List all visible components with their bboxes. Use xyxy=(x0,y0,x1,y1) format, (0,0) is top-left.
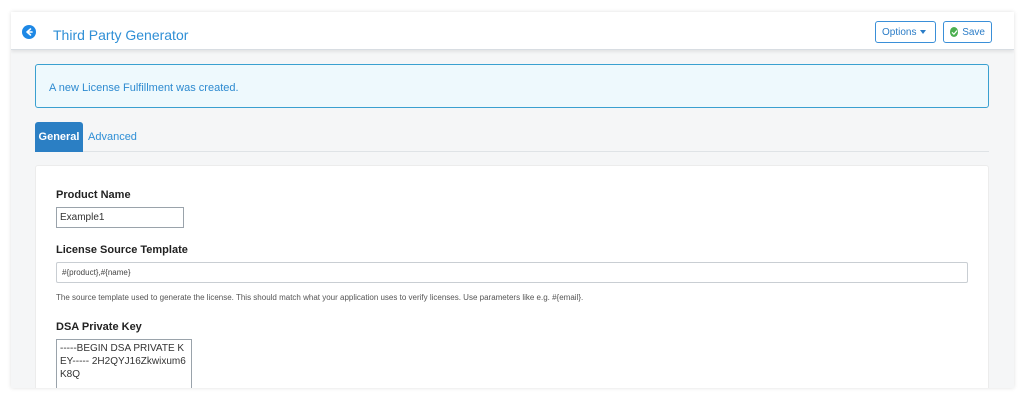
tab-advanced[interactable]: Advanced xyxy=(88,122,137,152)
options-button-label: Options xyxy=(882,26,917,38)
page-title: Third Party Generator xyxy=(53,27,189,43)
alert-message: A new License Fulfillment was created. xyxy=(49,82,239,94)
general-form-card: Product Name Example1 License Source Tem… xyxy=(35,165,989,388)
product-name-input[interactable]: Example1 xyxy=(56,207,184,228)
save-button-label: Save xyxy=(962,26,985,38)
license-source-template-help: The source template used to generate the… xyxy=(56,293,584,302)
main-panel: Third Party Generator Options Save A new… xyxy=(11,12,1014,388)
save-button[interactable]: Save xyxy=(943,21,992,43)
tab-general[interactable]: General xyxy=(35,122,83,152)
tab-bar: General Advanced xyxy=(35,120,989,152)
top-bar: Third Party Generator Options Save xyxy=(11,12,1014,50)
dsa-private-key-label: DSA Private Key xyxy=(56,321,142,333)
license-source-template-label: License Source Template xyxy=(56,244,188,256)
check-circle-icon xyxy=(950,27,959,37)
options-button[interactable]: Options xyxy=(875,21,936,43)
success-alert: A new License Fulfillment was created. xyxy=(35,64,989,108)
back-arrow-icon[interactable] xyxy=(22,25,36,39)
product-name-label: Product Name xyxy=(56,189,131,201)
caret-down-icon xyxy=(920,30,927,34)
license-source-template-input[interactable]: #{product},#{name} xyxy=(56,262,968,283)
dsa-private-key-textarea[interactable]: -----BEGIN DSA PRIVATE KEY----- 2H2QYJ16… xyxy=(56,339,192,388)
